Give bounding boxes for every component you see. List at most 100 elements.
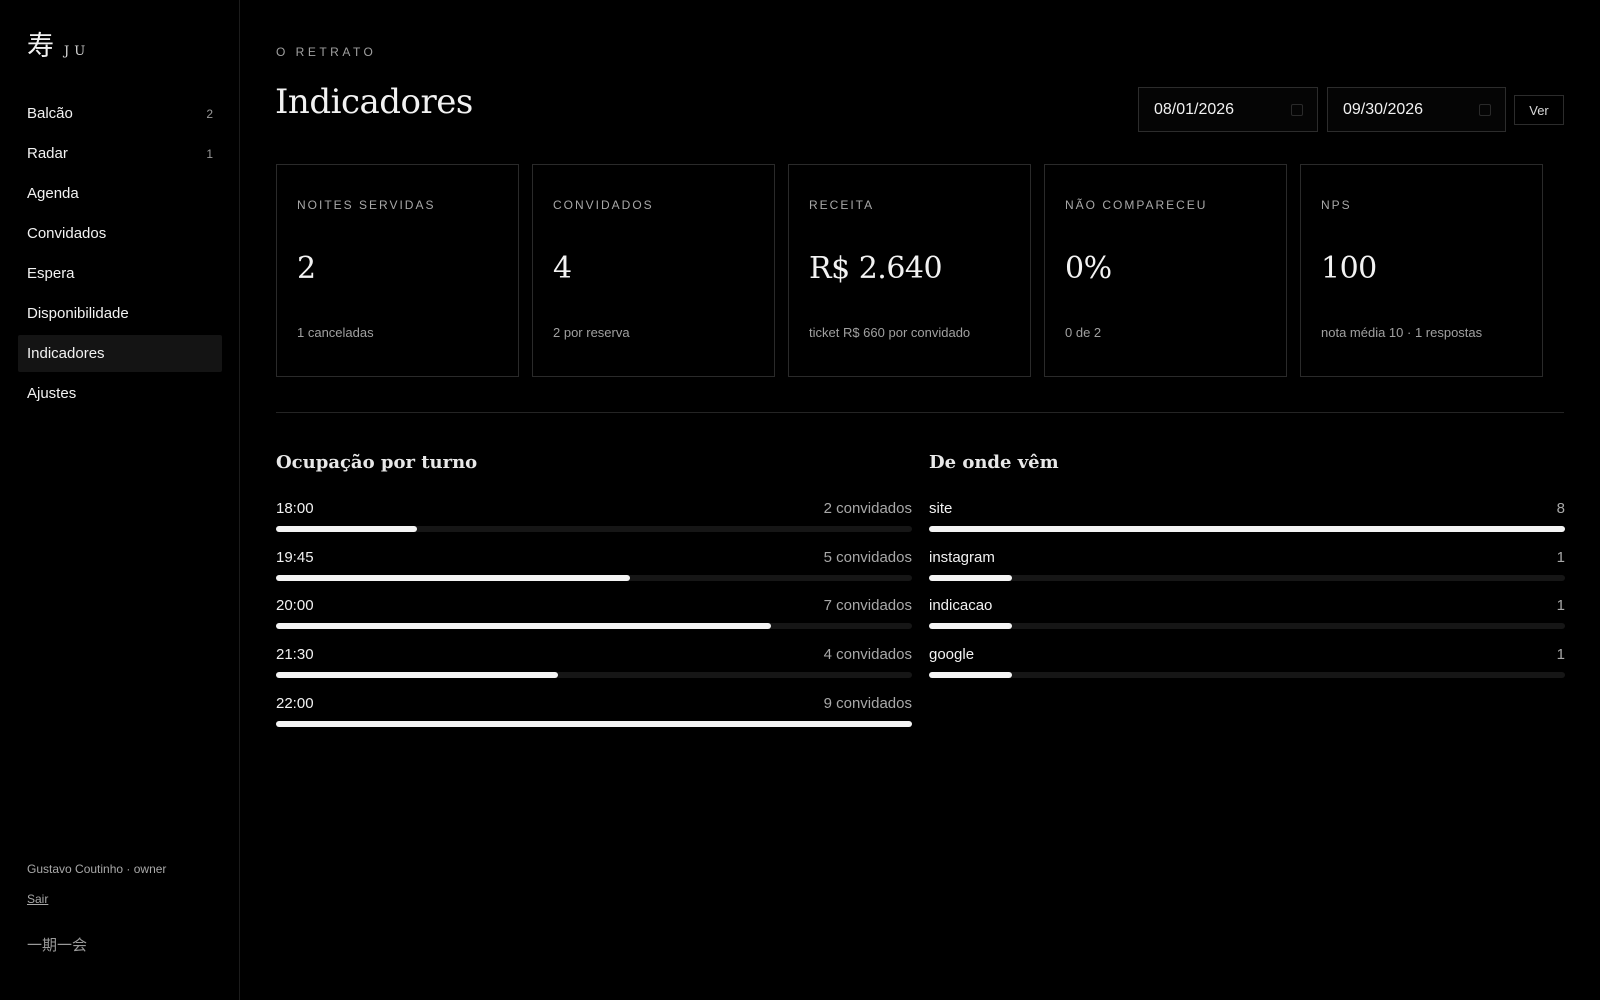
- sidebar-item-count: 1: [206, 146, 213, 161]
- bar-fill: [276, 720, 912, 727]
- sidebar-item-label: Ajustes: [27, 385, 77, 402]
- kpi-card: CONVIDADOS 4 2 por reserva: [532, 164, 775, 377]
- sidebar-item-label: Radar: [27, 145, 68, 162]
- bar-value: 5 convidados: [823, 548, 912, 566]
- logout-link[interactable]: Sair: [27, 892, 48, 906]
- sidebar-nav: Balcão 2 Radar 1 Agenda Convidados Espera Dispo…: [18, 95, 222, 415]
- sidebar: 寿 JU Balcão 2 Radar 1 Agenda Convidados Espera…: [0, 0, 240, 1000]
- bar-label: 18:00: [276, 500, 314, 517]
- page-eyebrow: O RETRATO: [276, 45, 377, 59]
- kpi-subtext: ticket R$ 660 por convidado: [809, 325, 971, 340]
- bar-track: [276, 574, 912, 581]
- kpi-value: 100: [1321, 251, 1377, 286]
- bar-label: 21:30: [276, 646, 314, 664]
- date-to-value: 09/30/2026: [1343, 100, 1424, 118]
- bar-track: [929, 672, 1565, 679]
- source-row: site 8: [929, 500, 1565, 549]
- date-to-input[interactable]: 09/30/2026: [1327, 87, 1506, 132]
- sidebar-item-label: Agenda: [27, 185, 79, 202]
- calendar-icon[interactable]: [1291, 103, 1303, 116]
- bar-fill: [276, 672, 559, 679]
- kpi-value: 4: [553, 251, 572, 286]
- sidebar-item-disponibilidade[interactable]: Disponibilidade: [18, 295, 222, 332]
- bar-label: indicacao: [929, 597, 993, 615]
- bar-fill: [276, 623, 771, 630]
- kpi-subtext: 1 canceladas: [297, 325, 374, 340]
- sidebar-item-indicadores[interactable]: Indicadores: [18, 335, 222, 372]
- bar-track: [929, 526, 1565, 532]
- occupancy-row: 21:30 4 convidados: [276, 646, 912, 695]
- kpi-label: CONVIDADOS: [553, 198, 654, 212]
- kpi-value: 0%: [1065, 251, 1112, 286]
- bar-label: site: [929, 500, 953, 517]
- bar-track: [929, 623, 1565, 630]
- current-user: Gustavo Coutinho · owner: [27, 862, 167, 876]
- sidebar-item-radar[interactable]: Radar 1: [18, 135, 222, 172]
- sidebar-item-ajustes[interactable]: Ajustes: [18, 375, 222, 412]
- occupancy-rows: 18:00 2 convidados 19:45 5 convidados 20:00 7…: [276, 500, 912, 743]
- kpi-card: NOITES SERVIDAS 2 1 canceladas: [276, 164, 519, 377]
- sidebar-item-label: Indicadores: [27, 345, 105, 362]
- bar-track: [276, 526, 912, 532]
- bar-value: 7 convidados: [823, 597, 912, 615]
- bar-fill: [929, 574, 1012, 581]
- source-row: instagram 1: [929, 549, 1565, 598]
- bar-value: 1: [1556, 548, 1565, 566]
- sidebar-item-balcao[interactable]: Balcão 2: [18, 95, 222, 132]
- kpi-card: NÃO COMPARECEU 0% 0 de 2: [1044, 164, 1287, 377]
- sidebar-item-convidados[interactable]: Convidados: [18, 215, 222, 252]
- occupancy-title: Ocupação por turno: [276, 452, 478, 473]
- bar-fill: [276, 526, 418, 532]
- sidebar-item-label: Convidados: [27, 225, 107, 242]
- sidebar-item-label: Disponibilidade: [27, 305, 129, 322]
- sources-panel: De onde vêm site 8 instagram 1 indicacao 1 goo…: [929, 452, 1565, 679]
- brand-name: JU: [64, 44, 91, 59]
- bar-value: 8: [1556, 500, 1565, 517]
- bar-value: 4 convidados: [823, 646, 912, 664]
- bar-label: 22:00: [276, 694, 314, 712]
- sources-title: De onde vêm: [929, 452, 1059, 473]
- sidebar-item-agenda[interactable]: Agenda: [18, 175, 222, 212]
- bar-label: instagram: [929, 548, 995, 566]
- source-row: google 1: [929, 646, 1565, 695]
- bar-track: [276, 672, 912, 679]
- bar-track: [276, 720, 912, 727]
- kpi-label: NPS: [1321, 198, 1352, 212]
- occupancy-row: 20:00 7 convidados: [276, 597, 912, 646]
- sidebar-item-espera[interactable]: Espera: [18, 255, 222, 292]
- kpi-label: NOITES SERVIDAS: [297, 198, 436, 212]
- kpi-card: RECEITA R$ 2.640 ticket R$ 660 por convida…: [788, 164, 1031, 377]
- bar-value: 9 convidados: [823, 694, 912, 712]
- kpi-subtext: 0 de 2: [1065, 325, 1102, 340]
- apply-range-button[interactable]: Ver: [1514, 95, 1564, 125]
- kpi-value: R$ 2.640: [809, 251, 943, 286]
- date-from-input[interactable]: 08/01/2026: [1138, 87, 1318, 132]
- bar-value: 2 convidados: [823, 500, 912, 517]
- occupancy-panel: Ocupação por turno 18:00 2 convidados 19:4…: [276, 452, 912, 727]
- bar-label: google: [929, 646, 975, 664]
- bar-label: 20:00: [276, 597, 314, 615]
- bar-label: 19:45: [276, 548, 314, 566]
- sidebar-item-label: Balcão: [27, 105, 73, 122]
- occupancy-row: 18:00 2 convidados: [276, 500, 912, 549]
- bar-fill: [276, 574, 630, 581]
- kpi-label: NÃO COMPARECEU: [1065, 198, 1208, 212]
- kpi-value: 2: [297, 251, 316, 286]
- brand-logo[interactable]: 寿 JU: [27, 24, 90, 63]
- bar-fill: [929, 623, 1012, 630]
- bar-fill: [929, 526, 1565, 532]
- kpi-label: RECEITA: [809, 198, 875, 212]
- occupancy-row: 19:45 5 convidados: [276, 549, 912, 598]
- bar-value: 1: [1556, 646, 1565, 664]
- kpi-subtext: nota média 10 · 1 respostas: [1321, 325, 1483, 340]
- bar-track: [929, 574, 1565, 581]
- date-from-value: 08/01/2026: [1154, 100, 1235, 118]
- calendar-icon[interactable]: [1479, 103, 1491, 116]
- page-title: Indicadores: [275, 82, 473, 122]
- kpi-subtext: 2 por reserva: [553, 325, 630, 340]
- bar-track: [276, 623, 912, 630]
- motto: 一期一会: [27, 936, 88, 954]
- section-divider: [276, 412, 1564, 413]
- sidebar-item-count: 2: [206, 106, 213, 121]
- source-row: indicacao 1: [929, 597, 1565, 646]
